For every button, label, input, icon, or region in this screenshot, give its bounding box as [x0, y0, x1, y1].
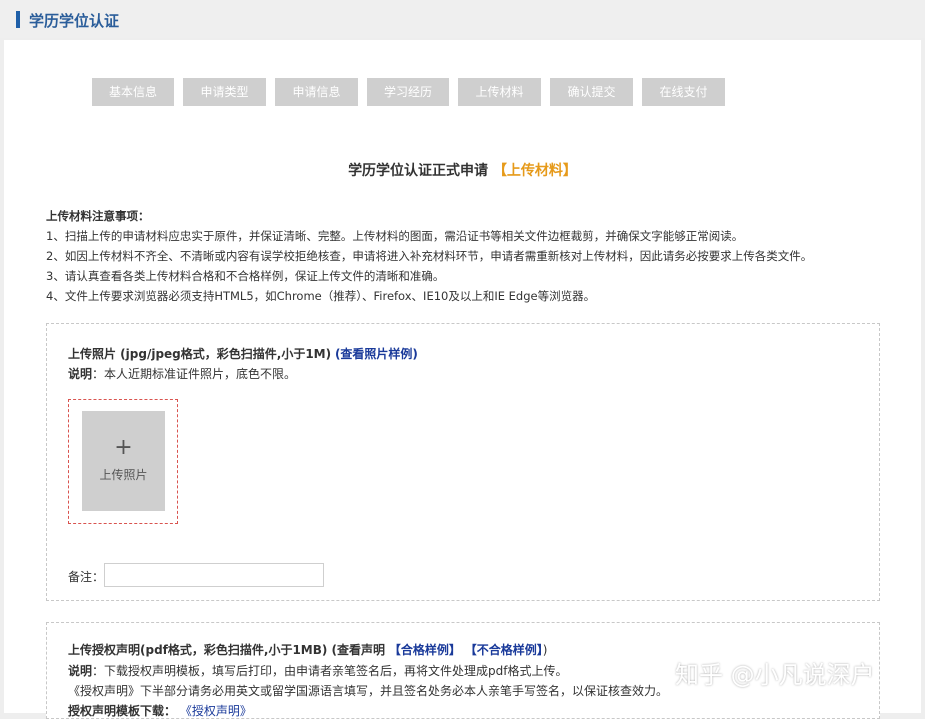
auth-desc-line2: 《授权声明》下半部分请务必用英文或留学国源语言填写，并且签名处务必本人亲笔手写签… — [68, 684, 669, 698]
notes-item: 1、扫描上传的申请材料应忠实于原件，并保证清晰、完整。上传材料的图面，需沿证书等… — [46, 229, 744, 243]
form-heading: 学历学位认证正式申请 【上传材料】 — [4, 160, 921, 180]
form-heading-main: 学历学位认证正式申请 — [348, 163, 489, 179]
auth-desc-label: 说明 — [68, 664, 93, 678]
page-title: 学历学位认证 — [29, 12, 120, 30]
plus-icon: + — [114, 435, 133, 460]
remark-label: 备注： — [68, 570, 105, 584]
photo-sample-link[interactable]: (查看照片样例) — [335, 347, 418, 361]
step-application-info[interactable]: 申请信息 — [275, 78, 358, 106]
photo-desc-label: 说明 — [68, 367, 93, 381]
notes-item: 3、请认真查看各类上传材料合格和不合格样例，保证上传文件的清晰和准确。 — [46, 269, 445, 283]
auth-title-line: 上传授权声明(pdf格式，彩色扫描件,小于1MB) (查看声明 【合格样例】 【… — [68, 641, 547, 658]
photo-upload-frame: + 上传照片 — [68, 399, 178, 524]
auth-close-paren: ) — [542, 643, 548, 657]
auth-title: 上传授权声明(pdf格式，彩色扫描件,小于1MB) (查看声明 — [68, 643, 386, 657]
auth-unqualified-sample-link[interactable]: 【不合格样例】 — [465, 643, 543, 657]
photo-desc-text: ：本人近期标准证件照片，底色不限。 — [92, 367, 297, 381]
notes-item: 4、文件上传要求浏览器必须支持HTML5，如Chrome（推荐）、Firefox… — [46, 289, 596, 303]
upload-photo-button[interactable]: + 上传照片 — [82, 411, 165, 511]
step-online-payment[interactable]: 在线支付 — [642, 78, 725, 106]
notes-title: 上传材料注意事项： — [46, 209, 150, 223]
photo-title-line: 上传照片 (jpg/jpeg格式，彩色扫描件,小于1M) (查看照片样例) — [68, 345, 418, 362]
photo-desc-line: 说明：本人近期标准证件照片，底色不限。 — [68, 365, 296, 382]
upload-photo-label: 上传照片 — [99, 468, 148, 482]
step-application-type[interactable]: 申请类型 — [183, 78, 266, 106]
form-heading-highlight: 【上传材料】 — [492, 163, 577, 179]
photo-upload-section: 上传照片 (jpg/jpeg格式，彩色扫描件,小于1M) (查看照片样例) 说明… — [46, 323, 880, 601]
auth-qualified-sample-link[interactable]: 【合格样例】 — [389, 643, 461, 657]
notes-item: 2、如因上传材料不齐全、不清晰或内容有误学校拒绝核查，申请将进入补充材料环节，申… — [46, 249, 813, 263]
auth-download-line: 授权声明模板下载： 《授权声明》 — [68, 702, 252, 718]
auth-download-link[interactable]: 《授权声明》 — [180, 704, 252, 718]
remark-input[interactable] — [104, 563, 324, 587]
step-confirm-submit[interactable]: 确认提交 — [550, 78, 633, 106]
main-panel: 基本信息 申请类型 申请信息 学习经历 上传材料 确认提交 在线支付 学历学位认… — [4, 40, 921, 719]
auth-desc-text: ：下载授权声明模板，填写后打印，由申请者亲笔签名后，再将文件处理成pdf格式上传… — [92, 664, 568, 678]
step-basic-info[interactable]: 基本信息 — [92, 78, 174, 106]
photo-title: 上传照片 (jpg/jpeg格式，彩色扫描件,小于1M) — [68, 347, 332, 361]
watermark: 知乎 @小凡说深户 — [675, 661, 875, 689]
auth-download-label: 授权声明模板下载： — [68, 704, 177, 718]
top-bar: 学历学位认证 — [0, 0, 925, 38]
step-study-history[interactable]: 学习经历 — [367, 78, 449, 106]
step-upload-materials[interactable]: 上传材料 — [458, 78, 541, 106]
upload-notes: 上传材料注意事项： 1、扫描上传的申请材料应忠实于原件，并保证清晰、完整。上传材… — [46, 206, 812, 306]
auth-desc-line: 说明：下载授权声明模板，填写后打印，由申请者亲笔签名后，再将文件处理成pdf格式… — [68, 662, 567, 679]
title-accent-bar — [16, 11, 20, 28]
